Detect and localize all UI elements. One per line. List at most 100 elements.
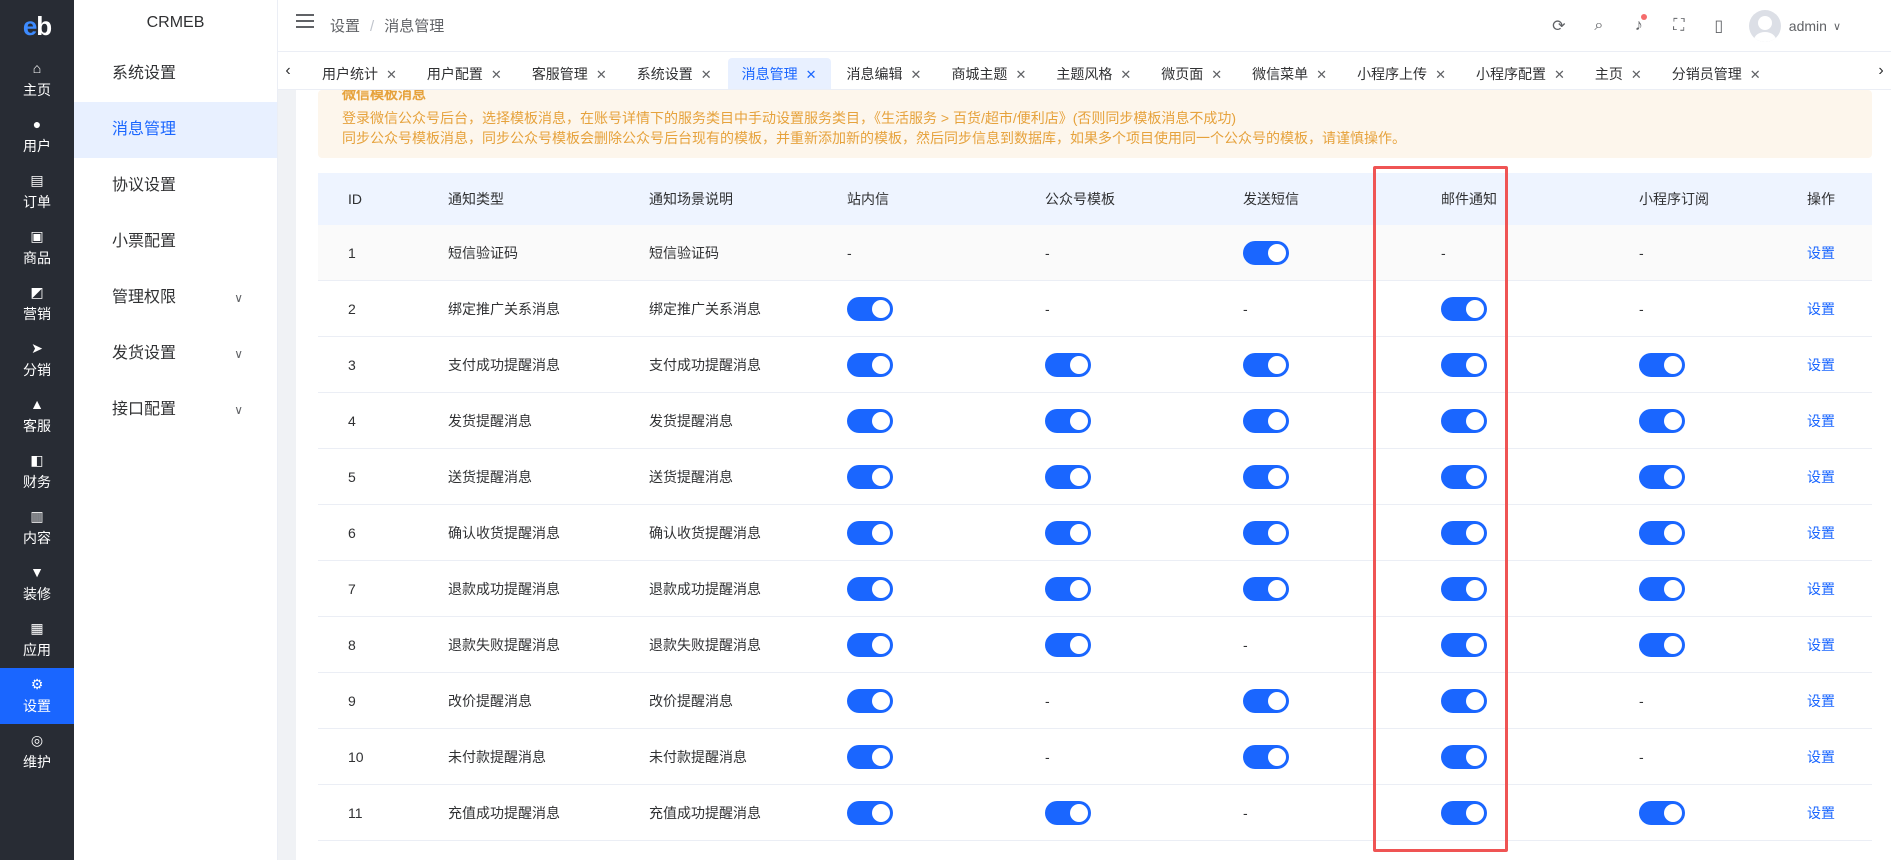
rail-item-service[interactable]: ▲ 客服 xyxy=(0,388,74,444)
wechat-toggle[interactable] xyxy=(1045,408,1091,433)
rail-item-content[interactable]: ▥ 内容 xyxy=(0,500,74,556)
tab-item[interactable]: 消息编辑 ✕ xyxy=(833,58,936,89)
miniprogram-toggle[interactable] xyxy=(1639,408,1685,433)
mail-toggle[interactable] xyxy=(1441,352,1487,377)
mail-toggle[interactable] xyxy=(1441,576,1487,601)
close-icon[interactable]: ✕ xyxy=(1750,67,1761,82)
mail-toggle[interactable] xyxy=(1441,464,1487,489)
mail-toggle[interactable] xyxy=(1441,520,1487,545)
settings-link[interactable]: 设置 xyxy=(1807,469,1835,485)
miniprogram-toggle[interactable] xyxy=(1639,352,1685,377)
submenu-item[interactable]: 小票配置 xyxy=(74,214,277,270)
tab-item[interactable]: 主题风格 ✕ xyxy=(1042,58,1145,89)
miniprogram-toggle[interactable] xyxy=(1639,800,1685,825)
miniprogram-toggle[interactable] xyxy=(1639,632,1685,657)
close-icon[interactable]: ✕ xyxy=(1435,67,1446,82)
close-icon[interactable]: ✕ xyxy=(701,67,712,82)
sms-toggle[interactable] xyxy=(1243,520,1289,545)
sms-toggle[interactable] xyxy=(1243,744,1289,769)
settings-link[interactable]: 设置 xyxy=(1807,357,1835,373)
submenu-item[interactable]: 发货设置 ∨ xyxy=(74,326,277,382)
close-icon[interactable]: ✕ xyxy=(386,67,397,82)
settings-link[interactable]: 设置 xyxy=(1807,637,1835,653)
fullscreen-icon[interactable]: ⛶ xyxy=(1659,17,1699,35)
mail-toggle[interactable] xyxy=(1441,800,1487,825)
submenu-item[interactable]: 接口配置 ∨ xyxy=(74,382,277,438)
submenu-item[interactable]: 系统设置 xyxy=(74,46,277,102)
submenu-item[interactable]: 管理权限 ∨ xyxy=(74,270,277,326)
sms-toggle[interactable] xyxy=(1243,688,1289,713)
site-toggle[interactable] xyxy=(847,464,893,489)
wechat-toggle[interactable] xyxy=(1045,520,1091,545)
tab-item[interactable]: 系统设置 ✕ xyxy=(623,58,726,89)
settings-link[interactable]: 设置 xyxy=(1807,245,1835,261)
rail-item-finance[interactable]: ◧ 财务 xyxy=(0,444,74,500)
tab-item[interactable]: 主页 ✕ xyxy=(1581,58,1656,89)
rail-item-maintain[interactable]: ◎ 维护 xyxy=(0,724,74,780)
close-icon[interactable]: ✕ xyxy=(491,67,502,82)
refresh-icon[interactable]: ⟳ xyxy=(1539,16,1579,36)
submenu-item[interactable]: 协议设置 xyxy=(74,158,277,214)
user-menu[interactable]: admin ∨ xyxy=(1748,10,1841,42)
sms-toggle[interactable] xyxy=(1243,352,1289,377)
rail-item-decorate[interactable]: ▼ 装修 xyxy=(0,556,74,612)
mail-toggle[interactable] xyxy=(1441,688,1487,713)
tab-item[interactable]: 商城主题 ✕ xyxy=(937,58,1040,89)
tab-item[interactable]: 消息管理 ✕ xyxy=(727,58,831,89)
settings-link[interactable]: 设置 xyxy=(1807,581,1835,597)
site-toggle[interactable] xyxy=(847,688,893,713)
close-icon[interactable]: ✕ xyxy=(1316,67,1327,82)
wechat-toggle[interactable] xyxy=(1045,576,1091,601)
site-toggle[interactable] xyxy=(847,352,893,377)
tabs-scroll-right-icon[interactable]: › xyxy=(1871,52,1891,89)
site-toggle[interactable] xyxy=(847,296,893,321)
site-toggle[interactable] xyxy=(847,632,893,657)
miniprogram-toggle[interactable] xyxy=(1639,464,1685,489)
close-icon[interactable]: ✕ xyxy=(1015,67,1026,82)
settings-link[interactable]: 设置 xyxy=(1807,805,1835,821)
rail-item-user[interactable]: ● 用户 xyxy=(0,108,74,164)
submenu-item[interactable]: 消息管理 xyxy=(74,102,277,158)
tab-item[interactable]: 微信菜单 ✕ xyxy=(1238,58,1341,89)
mail-toggle[interactable] xyxy=(1441,632,1487,657)
tab-item[interactable]: 客服管理 ✕ xyxy=(518,58,621,89)
settings-link[interactable]: 设置 xyxy=(1807,525,1835,541)
rail-item-home[interactable]: ⌂ 主页 xyxy=(0,52,74,108)
wechat-toggle[interactable] xyxy=(1045,632,1091,657)
wechat-toggle[interactable] xyxy=(1045,464,1091,489)
rail-item-order[interactable]: ▤ 订单 xyxy=(0,164,74,220)
site-toggle[interactable] xyxy=(847,800,893,825)
close-icon[interactable]: ✕ xyxy=(1631,67,1642,82)
tab-item[interactable]: 小程序配置 ✕ xyxy=(1462,58,1579,89)
close-icon[interactable]: ✕ xyxy=(806,67,817,82)
mobile-preview-icon[interactable]: ▯ xyxy=(1699,16,1739,36)
rail-item-distribution[interactable]: ➤ 分销 xyxy=(0,332,74,388)
search-icon[interactable]: ⌕ xyxy=(1579,17,1619,35)
tab-item[interactable]: 小程序上传 ✕ xyxy=(1343,58,1460,89)
site-toggle[interactable] xyxy=(847,744,893,769)
sms-toggle[interactable] xyxy=(1243,408,1289,433)
sms-toggle[interactable] xyxy=(1243,240,1289,265)
app-logo[interactable]: eb xyxy=(0,0,74,52)
close-icon[interactable]: ✕ xyxy=(1211,67,1222,82)
settings-link[interactable]: 设置 xyxy=(1807,413,1835,429)
site-toggle[interactable] xyxy=(847,408,893,433)
mail-toggle[interactable] xyxy=(1441,744,1487,769)
rail-item-goods[interactable]: ▣ 商品 xyxy=(0,220,74,276)
close-icon[interactable]: ✕ xyxy=(1554,67,1565,82)
miniprogram-toggle[interactable] xyxy=(1639,520,1685,545)
breadcrumb-item-settings[interactable]: 设置 xyxy=(330,18,360,35)
tab-item[interactable]: 微页面 ✕ xyxy=(1147,58,1236,89)
close-icon[interactable]: ✕ xyxy=(1120,67,1131,82)
rail-item-marketing[interactable]: ◩ 营销 xyxy=(0,276,74,332)
sms-toggle[interactable] xyxy=(1243,464,1289,489)
tab-item[interactable]: 用户配置 ✕ xyxy=(413,58,516,89)
tabs-scroll-left-icon[interactable]: ‹ xyxy=(278,52,298,89)
settings-link[interactable]: 设置 xyxy=(1807,301,1835,317)
tab-item[interactable]: 用户统计 ✕ xyxy=(308,58,411,89)
rail-item-settings[interactable]: ⚙ 设置 xyxy=(0,668,74,724)
mail-toggle[interactable] xyxy=(1441,296,1487,321)
settings-link[interactable]: 设置 xyxy=(1807,693,1835,709)
wechat-toggle[interactable] xyxy=(1045,800,1091,825)
rail-item-apps[interactable]: ▦ 应用 xyxy=(0,612,74,668)
